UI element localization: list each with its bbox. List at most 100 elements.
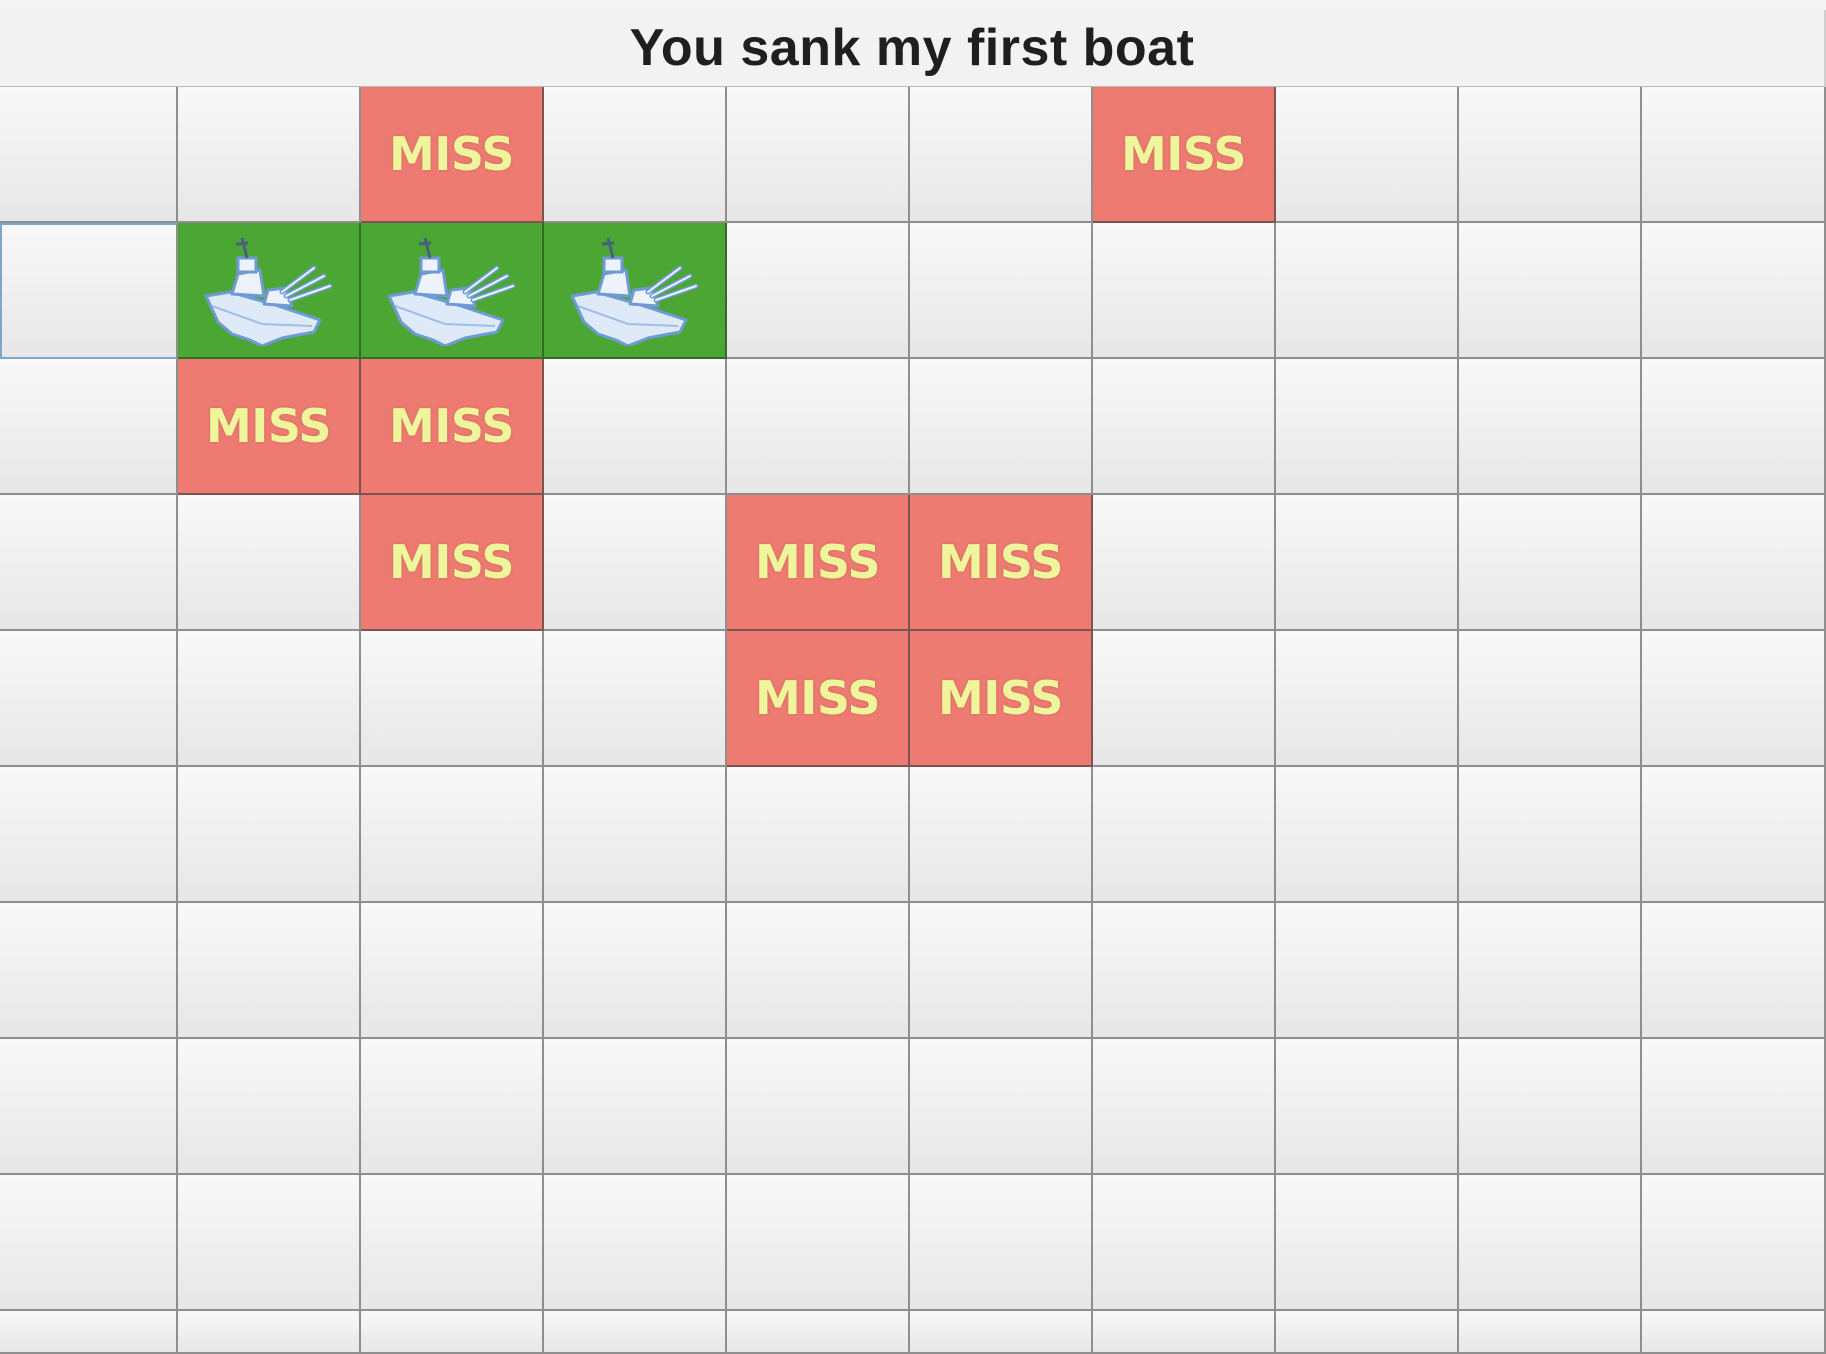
- board-cell-r6c9[interactable]: [1642, 903, 1826, 1039]
- board-cell-r7c3[interactable]: [544, 1039, 727, 1175]
- board-cell-r7c7[interactable]: [1276, 1039, 1459, 1175]
- board-cell-r9c8[interactable]: [1459, 1311, 1642, 1354]
- board-cell-r0c8[interactable]: [1459, 87, 1642, 223]
- board-cell-r1c2[interactable]: [361, 223, 544, 359]
- board-cell-r8c2[interactable]: [361, 1175, 544, 1311]
- board-cell-r5c7[interactable]: [1276, 767, 1459, 903]
- board-cell-r6c3[interactable]: [544, 903, 727, 1039]
- board-cell-r3c0[interactable]: [0, 495, 178, 631]
- board-cell-r1c6[interactable]: [1093, 223, 1276, 359]
- board-cell-r9c3[interactable]: [544, 1311, 727, 1354]
- board-cell-r1c4[interactable]: [727, 223, 910, 359]
- board-cell-r6c2[interactable]: [361, 903, 544, 1039]
- board-cell-r8c3[interactable]: [544, 1175, 727, 1311]
- board-cell-r6c4[interactable]: [727, 903, 910, 1039]
- board-cell-r4c6[interactable]: [1093, 631, 1276, 767]
- board-cell-r0c3[interactable]: [544, 87, 727, 223]
- board-cell-r3c5[interactable]: MISS: [910, 495, 1093, 631]
- board-cell-r3c2[interactable]: MISS: [361, 495, 544, 631]
- board-cell-r2c7[interactable]: [1276, 359, 1459, 495]
- board-cell-r7c1[interactable]: [178, 1039, 361, 1175]
- board-cell-r4c3[interactable]: [544, 631, 727, 767]
- board-cell-r5c5[interactable]: [910, 767, 1093, 903]
- board-cell-r9c0[interactable]: [0, 1311, 178, 1354]
- board-cell-r9c4[interactable]: [727, 1311, 910, 1354]
- board-cell-r9c5[interactable]: [910, 1311, 1093, 1354]
- board-cell-r6c8[interactable]: [1459, 903, 1642, 1039]
- board-cell-r6c0[interactable]: [0, 903, 178, 1039]
- board-cell-r1c1[interactable]: [178, 223, 361, 359]
- board-cell-r3c4[interactable]: MISS: [727, 495, 910, 631]
- board-cell-r3c6[interactable]: [1093, 495, 1276, 631]
- board-cell-r6c7[interactable]: [1276, 903, 1459, 1039]
- board-cell-r1c3[interactable]: [544, 223, 727, 359]
- board-cell-r4c8[interactable]: [1459, 631, 1642, 767]
- board-cell-r0c1[interactable]: [178, 87, 361, 223]
- board-cell-r5c3[interactable]: [544, 767, 727, 903]
- board-cell-r4c4[interactable]: MISS: [727, 631, 910, 767]
- board-cell-r4c2[interactable]: [361, 631, 544, 767]
- board-cell-r2c0[interactable]: [0, 359, 178, 495]
- board-cell-r4c0[interactable]: [0, 631, 178, 767]
- board-cell-r1c8[interactable]: [1459, 223, 1642, 359]
- board-cell-r6c6[interactable]: [1093, 903, 1276, 1039]
- board-cell-r0c7[interactable]: [1276, 87, 1459, 223]
- board-cell-r3c9[interactable]: [1642, 495, 1826, 631]
- board-cell-r8c9[interactable]: [1642, 1175, 1826, 1311]
- board-cell-r5c2[interactable]: [361, 767, 544, 903]
- board-cell-r4c7[interactable]: [1276, 631, 1459, 767]
- board-cell-r9c2[interactable]: [361, 1311, 544, 1354]
- board-cell-r9c9[interactable]: [1642, 1311, 1826, 1354]
- board-cell-r8c6[interactable]: [1093, 1175, 1276, 1311]
- board-cell-r4c1[interactable]: [178, 631, 361, 767]
- board-cell-r0c4[interactable]: [727, 87, 910, 223]
- board-cell-r7c9[interactable]: [1642, 1039, 1826, 1175]
- board-cell-r8c7[interactable]: [1276, 1175, 1459, 1311]
- board-cell-r8c0[interactable]: [0, 1175, 178, 1311]
- board-cell-r5c4[interactable]: [727, 767, 910, 903]
- board-cell-r3c3[interactable]: [544, 495, 727, 631]
- board-cell-r5c0[interactable]: [0, 767, 178, 903]
- board-cell-r1c0[interactable]: [0, 223, 178, 359]
- board-cell-r4c5[interactable]: MISS: [910, 631, 1093, 767]
- board-cell-r1c5[interactable]: [910, 223, 1093, 359]
- board-cell-r2c1[interactable]: MISS: [178, 359, 361, 495]
- board-cell-r3c7[interactable]: [1276, 495, 1459, 631]
- board-cell-r8c1[interactable]: [178, 1175, 361, 1311]
- board-cell-r2c3[interactable]: [544, 359, 727, 495]
- board-cell-r7c5[interactable]: [910, 1039, 1093, 1175]
- board-cell-r7c8[interactable]: [1459, 1039, 1642, 1175]
- board-cell-r0c9[interactable]: [1642, 87, 1826, 223]
- board-cell-r8c8[interactable]: [1459, 1175, 1642, 1311]
- board-cell-r0c2[interactable]: MISS: [361, 87, 544, 223]
- board-cell-r6c1[interactable]: [178, 903, 361, 1039]
- board-cell-r2c6[interactable]: [1093, 359, 1276, 495]
- board-cell-r5c6[interactable]: [1093, 767, 1276, 903]
- board-cell-r5c1[interactable]: [178, 767, 361, 903]
- board-cell-r4c9[interactable]: [1642, 631, 1826, 767]
- board-cell-r8c5[interactable]: [910, 1175, 1093, 1311]
- board-cell-r5c9[interactable]: [1642, 767, 1826, 903]
- board-cell-r7c4[interactable]: [727, 1039, 910, 1175]
- board-cell-r7c2[interactable]: [361, 1039, 544, 1175]
- board-cell-r2c5[interactable]: [910, 359, 1093, 495]
- board-cell-r2c2[interactable]: MISS: [361, 359, 544, 495]
- board-cell-r3c8[interactable]: [1459, 495, 1642, 631]
- board-cell-r2c9[interactable]: [1642, 359, 1826, 495]
- board-cell-r3c1[interactable]: [178, 495, 361, 631]
- board-cell-r5c8[interactable]: [1459, 767, 1642, 903]
- board-cell-r0c0[interactable]: [0, 87, 178, 223]
- board-cell-r1c9[interactable]: [1642, 223, 1826, 359]
- board-cell-r7c0[interactable]: [0, 1039, 178, 1175]
- board-cell-r9c1[interactable]: [178, 1311, 361, 1354]
- board-cell-r2c4[interactable]: [727, 359, 910, 495]
- board-cell-r7c6[interactable]: [1093, 1039, 1276, 1175]
- board-cell-r6c5[interactable]: [910, 903, 1093, 1039]
- board-cell-r9c6[interactable]: [1093, 1311, 1276, 1354]
- board-cell-r1c7[interactable]: [1276, 223, 1459, 359]
- board-cell-r8c4[interactable]: [727, 1175, 910, 1311]
- board-cell-r0c5[interactable]: [910, 87, 1093, 223]
- board-cell-r9c7[interactable]: [1276, 1311, 1459, 1354]
- board-cell-r0c6[interactable]: MISS: [1093, 87, 1276, 223]
- board-cell-r2c8[interactable]: [1459, 359, 1642, 495]
